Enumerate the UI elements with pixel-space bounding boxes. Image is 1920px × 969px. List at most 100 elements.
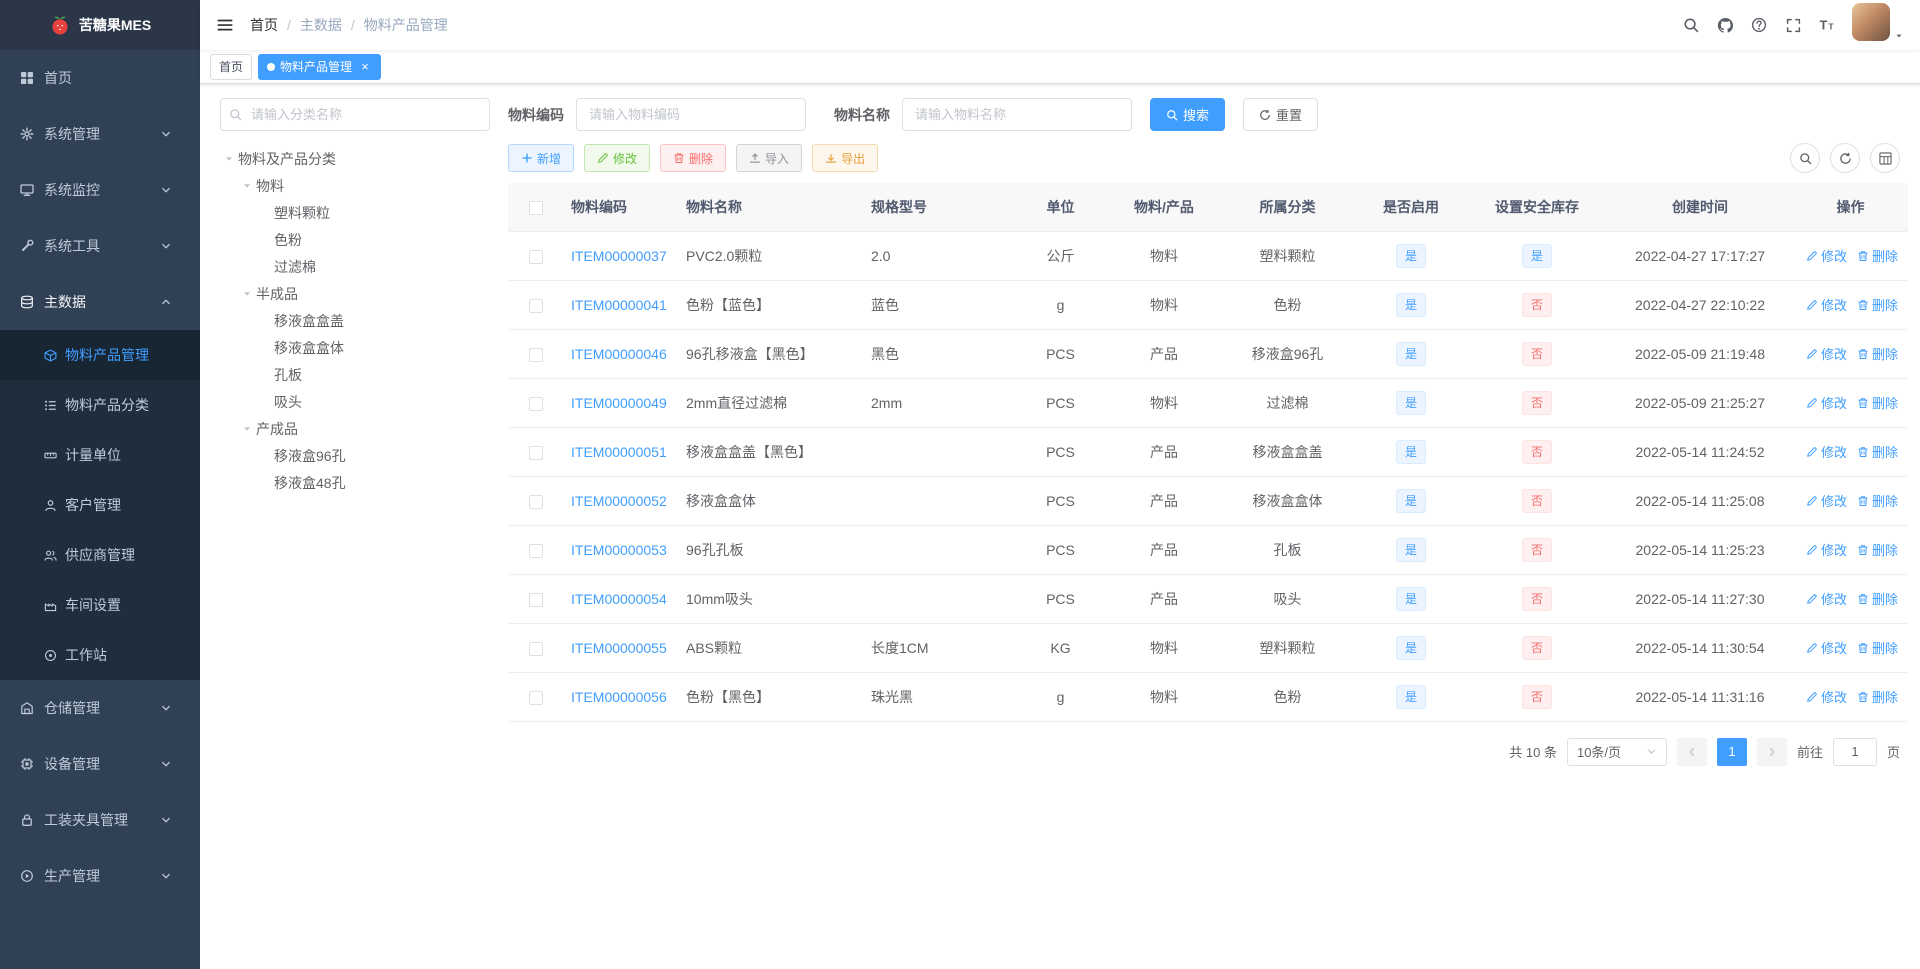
goto-page-input[interactable] <box>1832 737 1877 766</box>
sidebar-item[interactable]: 首页 <box>0 50 200 106</box>
material-code-link[interactable]: ITEM00000051 <box>571 444 667 460</box>
toggle-search-button[interactable] <box>1790 143 1820 173</box>
row-checkbox[interactable] <box>528 249 543 264</box>
tree-node[interactable]: 移液盒盒体 <box>220 334 490 361</box>
delete-row-button[interactable]: 删除 <box>1857 295 1898 314</box>
tree-node[interactable]: 塑料颗粒 <box>220 199 490 226</box>
sidebar-item[interactable]: 系统监控 <box>0 162 200 218</box>
next-page-button[interactable] <box>1756 737 1787 766</box>
sidebar-subitem[interactable]: 供应商管理 <box>0 530 200 580</box>
prev-page-button[interactable] <box>1676 737 1707 766</box>
page-number-button[interactable]: 1 <box>1716 737 1747 766</box>
delete-button[interactable]: 删除 <box>660 144 727 172</box>
tree-node[interactable]: 半成品 <box>220 280 490 307</box>
app-logo[interactable]: 苦糖果MES <box>0 0 200 50</box>
help-icon[interactable] <box>1742 0 1776 50</box>
tree-node[interactable]: 色粉 <box>220 226 490 253</box>
tree-node[interactable]: 吸头 <box>220 388 490 415</box>
column-settings-button[interactable] <box>1870 143 1900 173</box>
delete-row-button[interactable]: 删除 <box>1857 687 1898 706</box>
row-checkbox[interactable] <box>528 298 543 313</box>
tree-node[interactable]: 物料 <box>220 172 490 199</box>
edit-row-button[interactable]: 修改 <box>1806 540 1847 559</box>
reset-button[interactable]: 重置 <box>1243 98 1319 131</box>
row-checkbox[interactable] <box>528 396 543 411</box>
column-header[interactable]: 操作 <box>1793 183 1908 232</box>
tree-node[interactable]: 移液盒96孔 <box>220 442 490 469</box>
column-header[interactable]: 物料/产品 <box>1108 183 1220 232</box>
material-code-link[interactable]: ITEM00000041 <box>571 297 667 313</box>
sidebar-subitem[interactable]: 工作站 <box>0 630 200 680</box>
edit-row-button[interactable]: 修改 <box>1806 442 1847 461</box>
material-code-link[interactable]: ITEM00000037 <box>571 248 667 264</box>
material-code-link[interactable]: ITEM00000056 <box>571 689 667 705</box>
column-header[interactable]: 是否启用 <box>1355 183 1467 232</box>
column-header[interactable]: 单位 <box>1013 183 1108 232</box>
edit-row-button[interactable]: 修改 <box>1806 393 1847 412</box>
delete-row-button[interactable]: 删除 <box>1857 491 1898 510</box>
add-button[interactable]: 新增 <box>508 144 575 172</box>
column-header[interactable]: 物料名称 <box>678 183 863 232</box>
sidebar-subitem[interactable]: 物料产品分类 <box>0 380 200 430</box>
export-button[interactable]: 导出 <box>812 144 879 172</box>
column-header[interactable]: 规格型号 <box>863 183 1013 232</box>
material-code-link[interactable]: ITEM00000049 <box>571 395 667 411</box>
refresh-table-button[interactable] <box>1830 143 1860 173</box>
edit-row-button[interactable]: 修改 <box>1806 687 1847 706</box>
delete-row-button[interactable]: 删除 <box>1857 393 1898 412</box>
edit-row-button[interactable]: 修改 <box>1806 589 1847 608</box>
row-checkbox[interactable] <box>528 543 543 558</box>
sidebar-item[interactable]: 设备管理 <box>0 736 200 792</box>
close-icon[interactable]: × <box>358 60 372 74</box>
tree-expand-icon[interactable] <box>238 423 256 435</box>
row-checkbox[interactable] <box>528 592 543 607</box>
sidebar-subitem[interactable]: 物料产品管理 <box>0 330 200 380</box>
delete-row-button[interactable]: 删除 <box>1857 540 1898 559</box>
fullscreen-icon[interactable] <box>1776 0 1810 50</box>
sidebar-item[interactable]: 仓储管理 <box>0 680 200 736</box>
row-checkbox[interactable] <box>528 641 543 656</box>
tree-node[interactable]: 产成品 <box>220 415 490 442</box>
delete-row-button[interactable]: 删除 <box>1857 344 1898 363</box>
material-code-link[interactable]: ITEM00000046 <box>571 346 667 362</box>
tree-expand-icon[interactable] <box>220 153 238 165</box>
sidebar-item[interactable]: 工装夹具管理 <box>0 792 200 848</box>
github-icon[interactable] <box>1708 0 1742 50</box>
tree-node[interactable]: 移液盒盒盖 <box>220 307 490 334</box>
tree-node[interactable]: 移液盒48孔 <box>220 469 490 496</box>
tree-node[interactable]: 过滤棉 <box>220 253 490 280</box>
row-checkbox[interactable] <box>528 347 543 362</box>
tree-expand-icon[interactable] <box>238 288 256 300</box>
edit-row-button[interactable]: 修改 <box>1806 491 1847 510</box>
column-header[interactable]: 所属分类 <box>1220 183 1355 232</box>
category-search-input[interactable] <box>220 98 490 131</box>
page-size-select[interactable]: 10条/页 <box>1566 737 1667 766</box>
sidebar-item[interactable]: 系统管理 <box>0 106 200 162</box>
edit-button[interactable]: 修改 <box>584 144 651 172</box>
import-button[interactable]: 导入 <box>736 144 803 172</box>
delete-row-button[interactable]: 删除 <box>1857 589 1898 608</box>
delete-row-button[interactable]: 删除 <box>1857 246 1898 265</box>
sidebar-subitem[interactable]: 车间设置 <box>0 580 200 630</box>
material-code-link[interactable]: ITEM00000054 <box>571 591 667 607</box>
tree-node[interactable]: 物料及产品分类 <box>220 145 490 172</box>
row-checkbox[interactable] <box>528 494 543 509</box>
material-code-link[interactable]: ITEM00000055 <box>571 640 667 656</box>
font-size-icon[interactable]: TT <box>1810 0 1844 50</box>
tree-node[interactable]: 孔板 <box>220 361 490 388</box>
material-code-link[interactable]: ITEM00000053 <box>571 542 667 558</box>
row-checkbox[interactable] <box>528 690 543 705</box>
breadcrumb-item[interactable]: 首页 <box>250 15 278 35</box>
delete-row-button[interactable]: 删除 <box>1857 442 1898 461</box>
edit-row-button[interactable]: 修改 <box>1806 295 1847 314</box>
delete-row-button[interactable]: 删除 <box>1857 638 1898 657</box>
view-tag[interactable]: 物料产品管理 × <box>258 53 382 80</box>
sidebar-item[interactable]: 主数据 <box>0 274 200 330</box>
view-tag[interactable]: 首页 <box>210 53 253 80</box>
code-filter-input[interactable] <box>576 98 806 131</box>
edit-row-button[interactable]: 修改 <box>1806 344 1847 363</box>
user-menu[interactable] <box>1844 3 1908 47</box>
column-header[interactable]: 物料编码 <box>563 183 678 232</box>
sidebar-subitem[interactable]: 计量单位 <box>0 430 200 480</box>
edit-row-button[interactable]: 修改 <box>1806 246 1847 265</box>
